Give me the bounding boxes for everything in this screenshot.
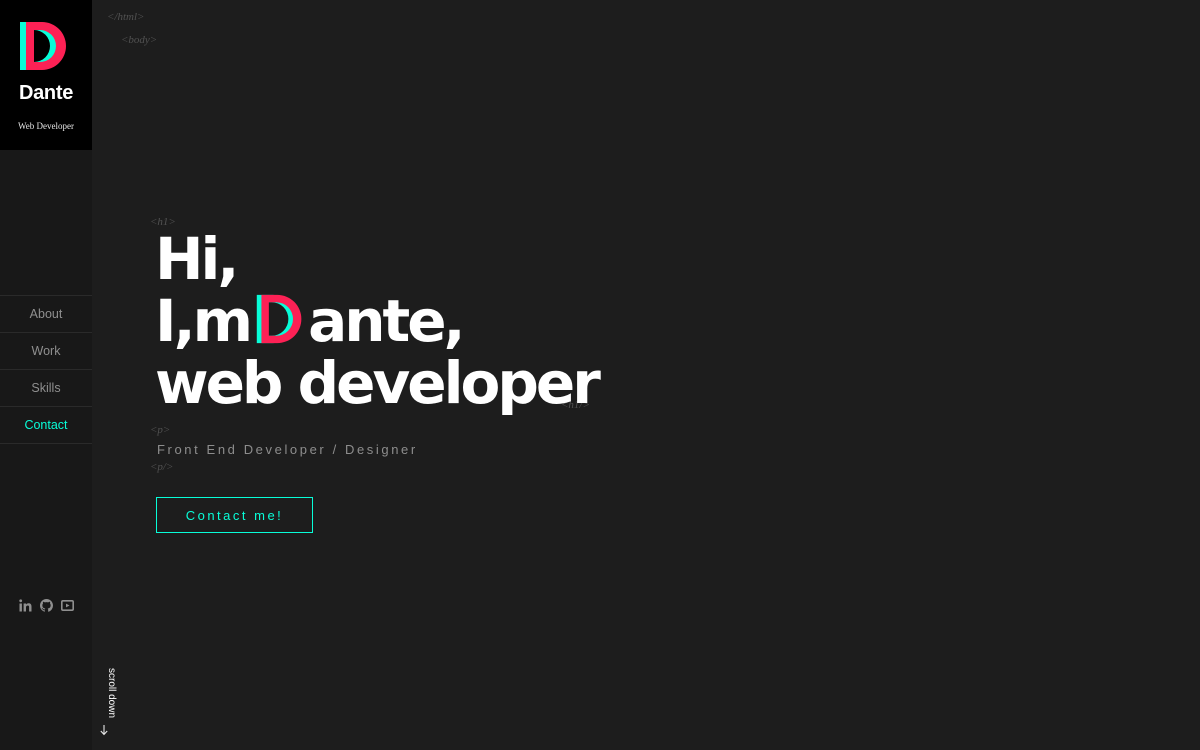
tag-p-close: <p/>	[150, 461, 174, 473]
nav-item-work[interactable]: Work	[0, 332, 92, 369]
hero-line-2-suffix: ante,	[308, 287, 466, 355]
youtube-icon[interactable]	[61, 599, 74, 612]
linkedin-icon[interactable]	[19, 599, 32, 612]
logo-d-icon	[20, 22, 66, 70]
scroll-down-label: scroll down	[106, 668, 117, 719]
hero-line-2-prefix: I,m	[155, 287, 253, 355]
nav-item-contact[interactable]: Contact	[0, 406, 92, 444]
scroll-down-hint[interactable]: scroll down	[96, 668, 118, 738]
hero-heading: Hi, I,m ante, web developer	[155, 225, 601, 417]
nav-item-about[interactable]: About	[0, 295, 92, 332]
tag-p-open: <p>	[150, 424, 171, 436]
logo-role: Web Developer	[18, 121, 74, 131]
hero-subtitle: Front End Developer / Designer	[157, 442, 418, 457]
github-icon[interactable]	[40, 599, 53, 612]
arrow-down-icon	[100, 725, 108, 736]
hero-line-3: web developer	[155, 349, 601, 417]
hero-line-2: I,m ante,	[155, 290, 598, 352]
main-nav: About Work Skills Contact	[0, 295, 92, 444]
logo-name: Dante	[18, 82, 74, 104]
hero-d-logo-icon	[256, 294, 302, 344]
contact-me-button[interactable]: Contact me!	[156, 497, 313, 533]
nav-item-skills[interactable]: Skills	[0, 369, 92, 406]
logo-block[interactable]: Dante Web Developer	[0, 0, 92, 150]
sidebar: Dante Web Developer About Work Skills Co…	[0, 0, 92, 750]
hero-line-1: Hi,	[155, 225, 239, 293]
page: Dante Web Developer About Work Skills Co…	[0, 0, 1200, 750]
tag-body-open: <body>	[121, 34, 158, 46]
social-links	[18, 599, 78, 613]
tag-html-close: </html>	[107, 11, 145, 23]
